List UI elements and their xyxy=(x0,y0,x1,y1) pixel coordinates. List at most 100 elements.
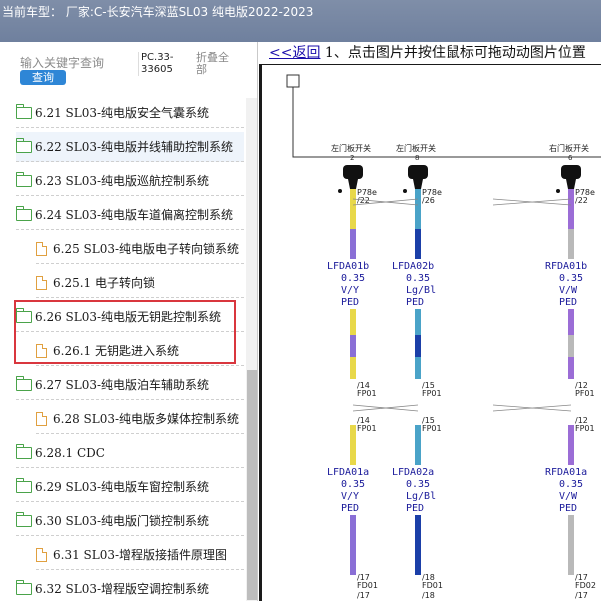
wire-segment xyxy=(415,335,421,357)
wire-segment xyxy=(415,229,421,259)
connector-code: FP01 xyxy=(357,389,377,398)
connector-label: 右门板开关 xyxy=(549,143,589,153)
connector-label: 左门板开关 xyxy=(396,143,436,153)
wire-segment xyxy=(568,229,574,259)
connector-num: /17 xyxy=(357,591,370,600)
wiring-diagram[interactable]: 左门板开关2P78e/22LFDA01b0.35V/YPED/14FP01/14… xyxy=(263,65,601,601)
wire-color: V/Y xyxy=(341,491,359,502)
wire-ped: PED xyxy=(406,297,424,308)
connector-code: FP01 xyxy=(422,424,442,433)
tree-item[interactable]: 6.32 SL03-增程版空调控制系统 xyxy=(16,574,244,601)
connector-code: FP01 xyxy=(357,424,377,433)
wire-code: LFDA02a xyxy=(392,467,434,478)
connector-code: FD01 xyxy=(422,581,443,590)
wire-code: LFDA01b xyxy=(327,261,369,272)
connector-num: /18 xyxy=(422,591,435,600)
tree-item-label: 6.31 SL03-增程版接插件原理图 xyxy=(53,548,228,562)
wire-color: V/W xyxy=(559,491,578,502)
wire-segment xyxy=(415,425,421,465)
tree-item[interactable]: 6.26 SL03-纯电版无钥匙控制系统 xyxy=(16,302,244,332)
document-icon xyxy=(36,343,47,358)
tree-item-label: 6.28.1 CDC xyxy=(35,445,105,460)
folder-icon xyxy=(16,477,32,493)
folder-icon xyxy=(16,511,32,527)
sidebar-scrollbar[interactable] xyxy=(246,98,257,601)
connector-code: FD02 xyxy=(575,581,596,590)
tree-item-label: 6.32 SL03-增程版空调控制系统 xyxy=(35,582,210,596)
tree-item-label: 6.29 SL03-纯电版车窗控制系统 xyxy=(35,480,210,494)
connector-sub: 6 xyxy=(568,154,573,162)
tree-item[interactable]: 6.30 SL03-纯电版门锁控制系统 xyxy=(16,506,244,536)
tree-item[interactable]: 6.22 SL03-纯电版并线辅助控制系统 xyxy=(16,132,244,162)
connector-code: FP01 xyxy=(575,424,595,433)
tree-item[interactable]: 6.27 SL03-纯电版泊车辅助系统 xyxy=(16,370,244,400)
folder-icon xyxy=(16,137,32,153)
tree-item-selected[interactable]: 6.26.1 无钥匙进入系统 xyxy=(36,336,244,366)
document-icon xyxy=(36,547,47,562)
tree-item-label: 6.24 SL03-纯电版车道偏离控制系统 xyxy=(35,208,234,222)
connector-num: /17 xyxy=(575,591,588,600)
junction-dot xyxy=(403,189,407,193)
query-button[interactable]: 查询 xyxy=(20,70,66,85)
wire-segment xyxy=(568,335,574,357)
wire-gauge: 0.35 xyxy=(559,479,583,490)
tree-item-label: 6.25 SL03-纯电版电子转向锁系统 xyxy=(53,242,240,256)
pin-number: /26 xyxy=(422,196,435,205)
wire-color: Lg/Bl xyxy=(406,491,436,502)
tree-item[interactable]: 6.21 SL03-纯电版安全气囊系统 xyxy=(16,98,244,128)
folder-icon xyxy=(16,103,32,119)
tree-item-label: 6.25.1 电子转向锁 xyxy=(53,276,155,290)
wire-code: LFDA02b xyxy=(392,261,434,272)
tree-item-label: 6.28 SL03-纯电版多媒体控制系统 xyxy=(53,412,240,426)
wire-segment xyxy=(350,189,356,229)
folder-icon xyxy=(16,579,32,595)
collapse-all-button[interactable]: 折叠全部 xyxy=(196,52,238,76)
folder-icon xyxy=(16,205,32,221)
back-link[interactable]: <<返回 xyxy=(269,45,320,61)
tree-item[interactable]: 6.25 SL03-纯电版电子转向锁系统 xyxy=(36,234,244,264)
wire-segment xyxy=(350,425,356,465)
wire-gauge: 0.35 xyxy=(406,479,430,490)
window-title-bar: 当前车型： 厂家:C-长安汽车深蓝SL03 纯电版2022-2023 xyxy=(0,0,601,42)
wire-code: RFDA01a xyxy=(545,467,587,478)
tree-item[interactable]: 6.28.1 CDC xyxy=(16,438,244,468)
tree-item-label: 6.26.1 无钥匙进入系统 xyxy=(53,344,179,358)
tree-item-label: 6.27 SL03-纯电版泊车辅助系统 xyxy=(35,378,210,392)
pin-number: /22 xyxy=(575,196,588,205)
wire-segment xyxy=(350,335,356,357)
wire-ped: PED xyxy=(559,503,577,514)
wire-color: V/W xyxy=(559,285,578,296)
content-header: <<返回 1、点击图片并按住鼠标可拖动动图片位置 xyxy=(259,42,601,64)
tree-item-label: 6.22 SL03-纯电版并线辅助控制系统 xyxy=(35,140,234,154)
plug-icon xyxy=(408,165,428,179)
connector-code: PF01 xyxy=(575,389,595,398)
tree-item[interactable]: 6.29 SL03-纯电版车窗控制系统 xyxy=(16,472,244,502)
wire-ped: PED xyxy=(406,503,424,514)
content-pane: <<返回 1、点击图片并按住鼠标可拖动动图片位置 左门板开关 2 P78e/22 LF… xyxy=(259,42,601,601)
wire-gauge: 0.35 xyxy=(341,479,365,490)
wire-gauge: 0.35 xyxy=(406,273,430,284)
system-tree: 6.21 SL03-纯电版安全气囊系统 6.22 SL03-纯电版并线辅助控制系… xyxy=(0,98,246,601)
tree-item[interactable]: 6.24 SL03-纯电版车道偏离控制系统 xyxy=(16,200,244,230)
connector-label: 左门板开关 xyxy=(331,143,371,153)
tree-item[interactable]: 6.23 SL03-纯电版巡航控制系统 xyxy=(16,166,244,196)
wire-segment xyxy=(415,189,421,229)
wire-code: RFDA01b xyxy=(545,261,587,272)
wire-segment xyxy=(415,515,421,575)
wire-gauge: 0.35 xyxy=(341,273,365,284)
sidebar: 查询 PC.33-33605 折叠全部 6.21 SL03-纯电版安全气囊系统 … xyxy=(0,42,258,601)
junction-dot xyxy=(556,189,560,193)
document-icon xyxy=(36,411,47,426)
tree-item-label: 6.30 SL03-纯电版门锁控制系统 xyxy=(35,514,210,528)
tree-item[interactable]: 6.25.1 电子转向锁 xyxy=(36,268,244,298)
folder-icon xyxy=(16,375,32,391)
sidebar-scrollbar-thumb[interactable] xyxy=(247,370,257,600)
search-row: 查询 PC.33-33605 折叠全部 xyxy=(0,42,257,90)
tree-item[interactable]: 6.28 SL03-纯电版多媒体控制系统 xyxy=(36,404,244,434)
wire-gauge: 0.35 xyxy=(559,273,583,284)
wire-ped: PED xyxy=(559,297,577,308)
search-input[interactable] xyxy=(20,55,106,71)
wire-segment xyxy=(568,189,574,229)
wire-color: Lg/Bl xyxy=(406,285,436,296)
tree-item[interactable]: 6.31 SL03-增程版接插件原理图 xyxy=(36,540,244,570)
